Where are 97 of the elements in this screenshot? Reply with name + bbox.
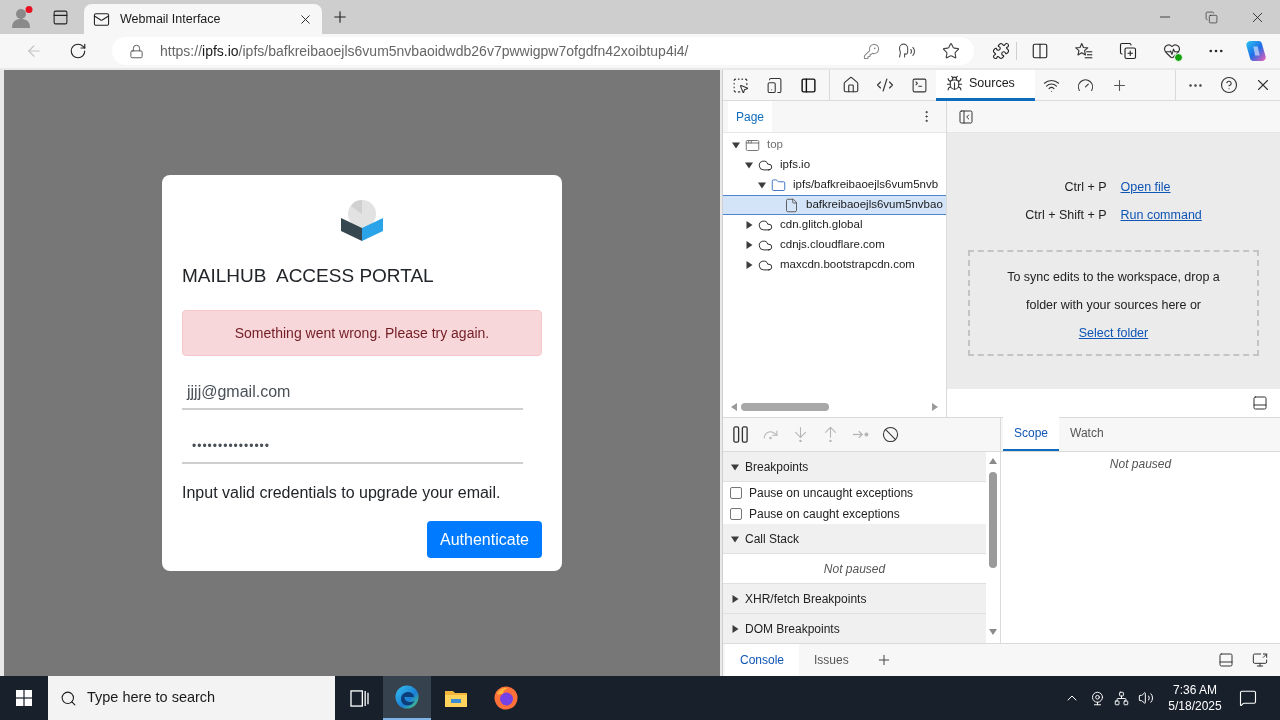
tab-actions-icon[interactable] <box>51 8 69 26</box>
section-header[interactable]: Breakpoints <box>723 452 986 482</box>
panel-toggle-icon[interactable] <box>958 108 974 125</box>
help-icon[interactable] <box>1220 76 1238 94</box>
star-icon[interactable] <box>942 42 960 60</box>
scroll-up-icon[interactable] <box>989 458 997 464</box>
taskbar-app-active[interactable] <box>383 676 431 720</box>
tree-item[interactable]: cdn.glitch.global <box>723 215 946 235</box>
cloud-icon <box>758 157 773 173</box>
panel-bottom-icon[interactable] <box>1252 395 1268 411</box>
drop-hint-text: To sync edits to the workspace, drop a folder with your sources here or <box>1006 269 1221 314</box>
section-header[interactable]: XHR/fetch Breakpoints <box>723 584 986 614</box>
checkbox[interactable] <box>730 507 742 520</box>
split-screen-icon[interactable] <box>1031 42 1049 60</box>
drop-zone[interactable]: To sync edits to the workspace, drop a folder with your sources here or Select folder <box>968 250 1259 356</box>
volume-icon[interactable] <box>1138 690 1154 706</box>
error-alert: Something went wrong. Please try again. <box>182 310 542 356</box>
folder-icon[interactable] <box>444 688 468 708</box>
email-field[interactable]: jjjj@gmail.com <box>182 375 523 410</box>
gradient-logo-icon[interactable] <box>1245 40 1267 62</box>
key-icon[interactable] <box>863 42 880 60</box>
instruction-text: Input valid credentials to upgrade your email. <box>182 484 502 502</box>
shortcut-keys: Ctrl + P <box>947 173 1107 201</box>
password-field[interactable]: ••••••••••••••• <box>182 430 523 464</box>
clock-date[interactable]: 5/18/2025 <box>1168 698 1222 714</box>
network-icon[interactable] <box>1114 690 1129 706</box>
logo-icon <box>340 197 384 241</box>
portal-title: MAILHUB ACCESS PORTAL <box>182 265 435 287</box>
search-field[interactable]: Type here to search <box>48 676 335 720</box>
section-header[interactable]: DOM Breakpoints <box>723 614 986 643</box>
bug-icon <box>946 75 963 92</box>
devtools-tab[interactable]: Sources <box>936 69 1035 101</box>
tree-item[interactable]: ipfs.io <box>723 155 946 175</box>
device-icon[interactable] <box>765 76 783 94</box>
scrollbar-thumb[interactable] <box>989 472 997 568</box>
section-header[interactable]: Call Stack <box>723 524 986 554</box>
envelope-icon <box>93 10 110 28</box>
checkbox-label: Pause on caught exceptions <box>749 505 900 523</box>
puzzle-icon[interactable] <box>992 42 1010 60</box>
checkbox-label: Pause on uncaught exceptions <box>749 484 914 502</box>
drawer-tab[interactable]: Console <box>725 644 800 676</box>
tree-item[interactable]: ipfs/bafkreibaoejls6vum5nvb <box>723 175 946 195</box>
shortcut-link[interactable]: Run command <box>1120 208 1202 222</box>
shortcut-keys: Ctrl + Shift + P <box>947 201 1107 229</box>
lock-icon <box>129 43 144 59</box>
tree-item[interactable]: top <box>723 135 946 155</box>
new-tab-icon[interactable] <box>331 8 349 26</box>
url-text: https://ipfs.io/ipfs/bafkreibaoejls6vum5nvbaoidwdb26v7pwwigpw7ofgdfn42xoibtup4i4/ <box>160 41 689 61</box>
reload-icon[interactable] <box>69 42 87 60</box>
authenticate-button[interactable]: Authenticate <box>427 521 542 558</box>
cloud-icon <box>758 257 773 273</box>
window-icon <box>745 137 760 153</box>
terminal-icon[interactable] <box>910 76 928 94</box>
folder-icon <box>771 177 786 193</box>
status-message: Not paused <box>1109 456 1172 473</box>
scroll-down-icon[interactable] <box>989 629 997 635</box>
notification-icon[interactable] <box>1239 689 1257 707</box>
dock-panel-icon[interactable] <box>799 76 817 94</box>
shortcut-link[interactable]: Open file <box>1120 180 1171 194</box>
speech-icon[interactable] <box>898 42 916 60</box>
tree-item[interactable]: bafkreibaoejls6vum5nvbao <box>723 195 946 215</box>
cloud-icon <box>758 237 773 253</box>
browser-swirl-icon[interactable] <box>395 685 419 709</box>
clock-time[interactable]: 7:36 AM <box>1173 682 1217 698</box>
pause-icon[interactable] <box>731 426 749 443</box>
inspect-icon[interactable] <box>731 76 749 94</box>
dock-icon[interactable] <box>1218 652 1234 668</box>
code-brackets-icon[interactable] <box>876 76 894 94</box>
address-bar[interactable]: https://ipfs.io/ipfs/bafkreibaoejls6vum5nvbaoidwdb26v7pwwigpw7ofgdfn42xoibtup4i4/ <box>112 37 974 65</box>
windows-logo-icon[interactable] <box>16 690 32 706</box>
file-icon <box>784 197 799 213</box>
scrollbar-thumb[interactable] <box>741 403 829 411</box>
screen-icon[interactable] <box>1252 652 1268 668</box>
sidebar-tab[interactable]: Watch <box>1059 417 1115 451</box>
webcam-icon[interactable] <box>1090 690 1105 706</box>
star-list-icon[interactable] <box>1075 42 1093 60</box>
checkbox[interactable] <box>730 486 742 499</box>
select-folder-link[interactable]: Select folder <box>1078 319 1149 347</box>
page-tab[interactable]: Page <box>728 101 773 132</box>
browser-globe-icon[interactable] <box>494 686 518 710</box>
scroll-right-icon[interactable] <box>932 403 938 411</box>
cloud-icon <box>758 217 773 233</box>
collections-icon[interactable] <box>1119 42 1137 60</box>
profile-avatar-icon[interactable] <box>10 5 34 29</box>
gauge-icon[interactable] <box>1077 76 1095 94</box>
heart-pulse-icon[interactable] <box>1163 42 1181 60</box>
tree-item[interactable]: maxcdn.bootstrapcdn.com <box>723 255 946 275</box>
restore-icon[interactable] <box>1204 10 1218 24</box>
browser-tab[interactable]: Webmail Interface <box>84 4 322 34</box>
scroll-left-icon[interactable] <box>731 403 737 411</box>
tree-item[interactable]: cdnjs.cloudflare.com <box>723 235 946 255</box>
slashed-circle-icon[interactable] <box>881 426 899 443</box>
sidebar-tab[interactable]: Scope <box>1003 417 1060 451</box>
home-icon[interactable] <box>842 76 860 94</box>
search-icon <box>60 689 77 707</box>
drawer-tab[interactable]: Issues <box>799 644 864 676</box>
task-view-icon[interactable] <box>349 689 369 707</box>
